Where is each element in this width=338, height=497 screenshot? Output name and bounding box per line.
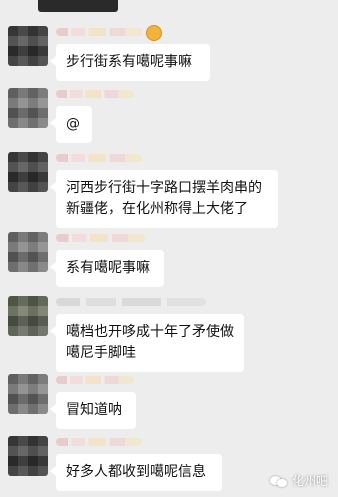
emoji-icon <box>146 25 162 41</box>
sender-name-blurred <box>56 28 142 36</box>
avatar[interactable] <box>8 436 48 476</box>
message-bubble[interactable]: @ <box>50 106 92 143</box>
message-text: 噶档也开哆成十年了矛使做噶尼手脚哇 <box>66 324 234 361</box>
message-text: 好多人都收到噶呢信息 <box>66 464 206 480</box>
top-cropped-area <box>0 0 338 14</box>
avatar[interactable] <box>8 374 48 414</box>
message-text: @ <box>66 116 80 132</box>
message-bubble[interactable]: 系有噶呢事嘛 <box>50 250 164 287</box>
watermark: 化州吧 <box>269 472 328 489</box>
avatar[interactable] <box>8 296 48 336</box>
watermark-label: 化州吧 <box>291 474 328 488</box>
message-text: 步行街系有噶呢事嘛 <box>66 54 192 70</box>
message-text: 系有噶呢事嘛 <box>66 260 150 276</box>
avatar[interactable] <box>8 88 48 128</box>
cropped-image-fragment <box>38 0 118 12</box>
sender-name-blurred <box>56 438 142 446</box>
sender-name-blurred <box>56 298 206 306</box>
wechat-icon <box>269 474 288 488</box>
message-bubble[interactable]: 噶档也开哆成十年了矛使做噶尼手脚哇 <box>50 314 244 372</box>
sender-name-blurred <box>56 90 134 98</box>
avatar[interactable] <box>8 232 48 272</box>
message-bubble[interactable]: 冒知道呐 <box>50 392 136 429</box>
sender-name-blurred <box>56 234 146 242</box>
message-bubble[interactable]: 步行街系有噶呢事嘛 <box>50 44 210 81</box>
message-text: 河西步行街十字路口摆羊肉串的新疆佬，在化州称得上大佬了 <box>66 180 262 217</box>
sender-name-blurred <box>56 376 134 384</box>
message-text: 冒知道呐 <box>66 402 122 418</box>
sender-name-blurred <box>56 154 142 162</box>
message-bubble[interactable]: 好多人都收到噶呢信息 <box>50 454 222 491</box>
avatar[interactable] <box>8 26 48 66</box>
message-bubble[interactable]: 河西步行街十字路口摆羊肉串的新疆佬，在化州称得上大佬了 <box>50 170 278 228</box>
avatar[interactable] <box>8 152 48 192</box>
